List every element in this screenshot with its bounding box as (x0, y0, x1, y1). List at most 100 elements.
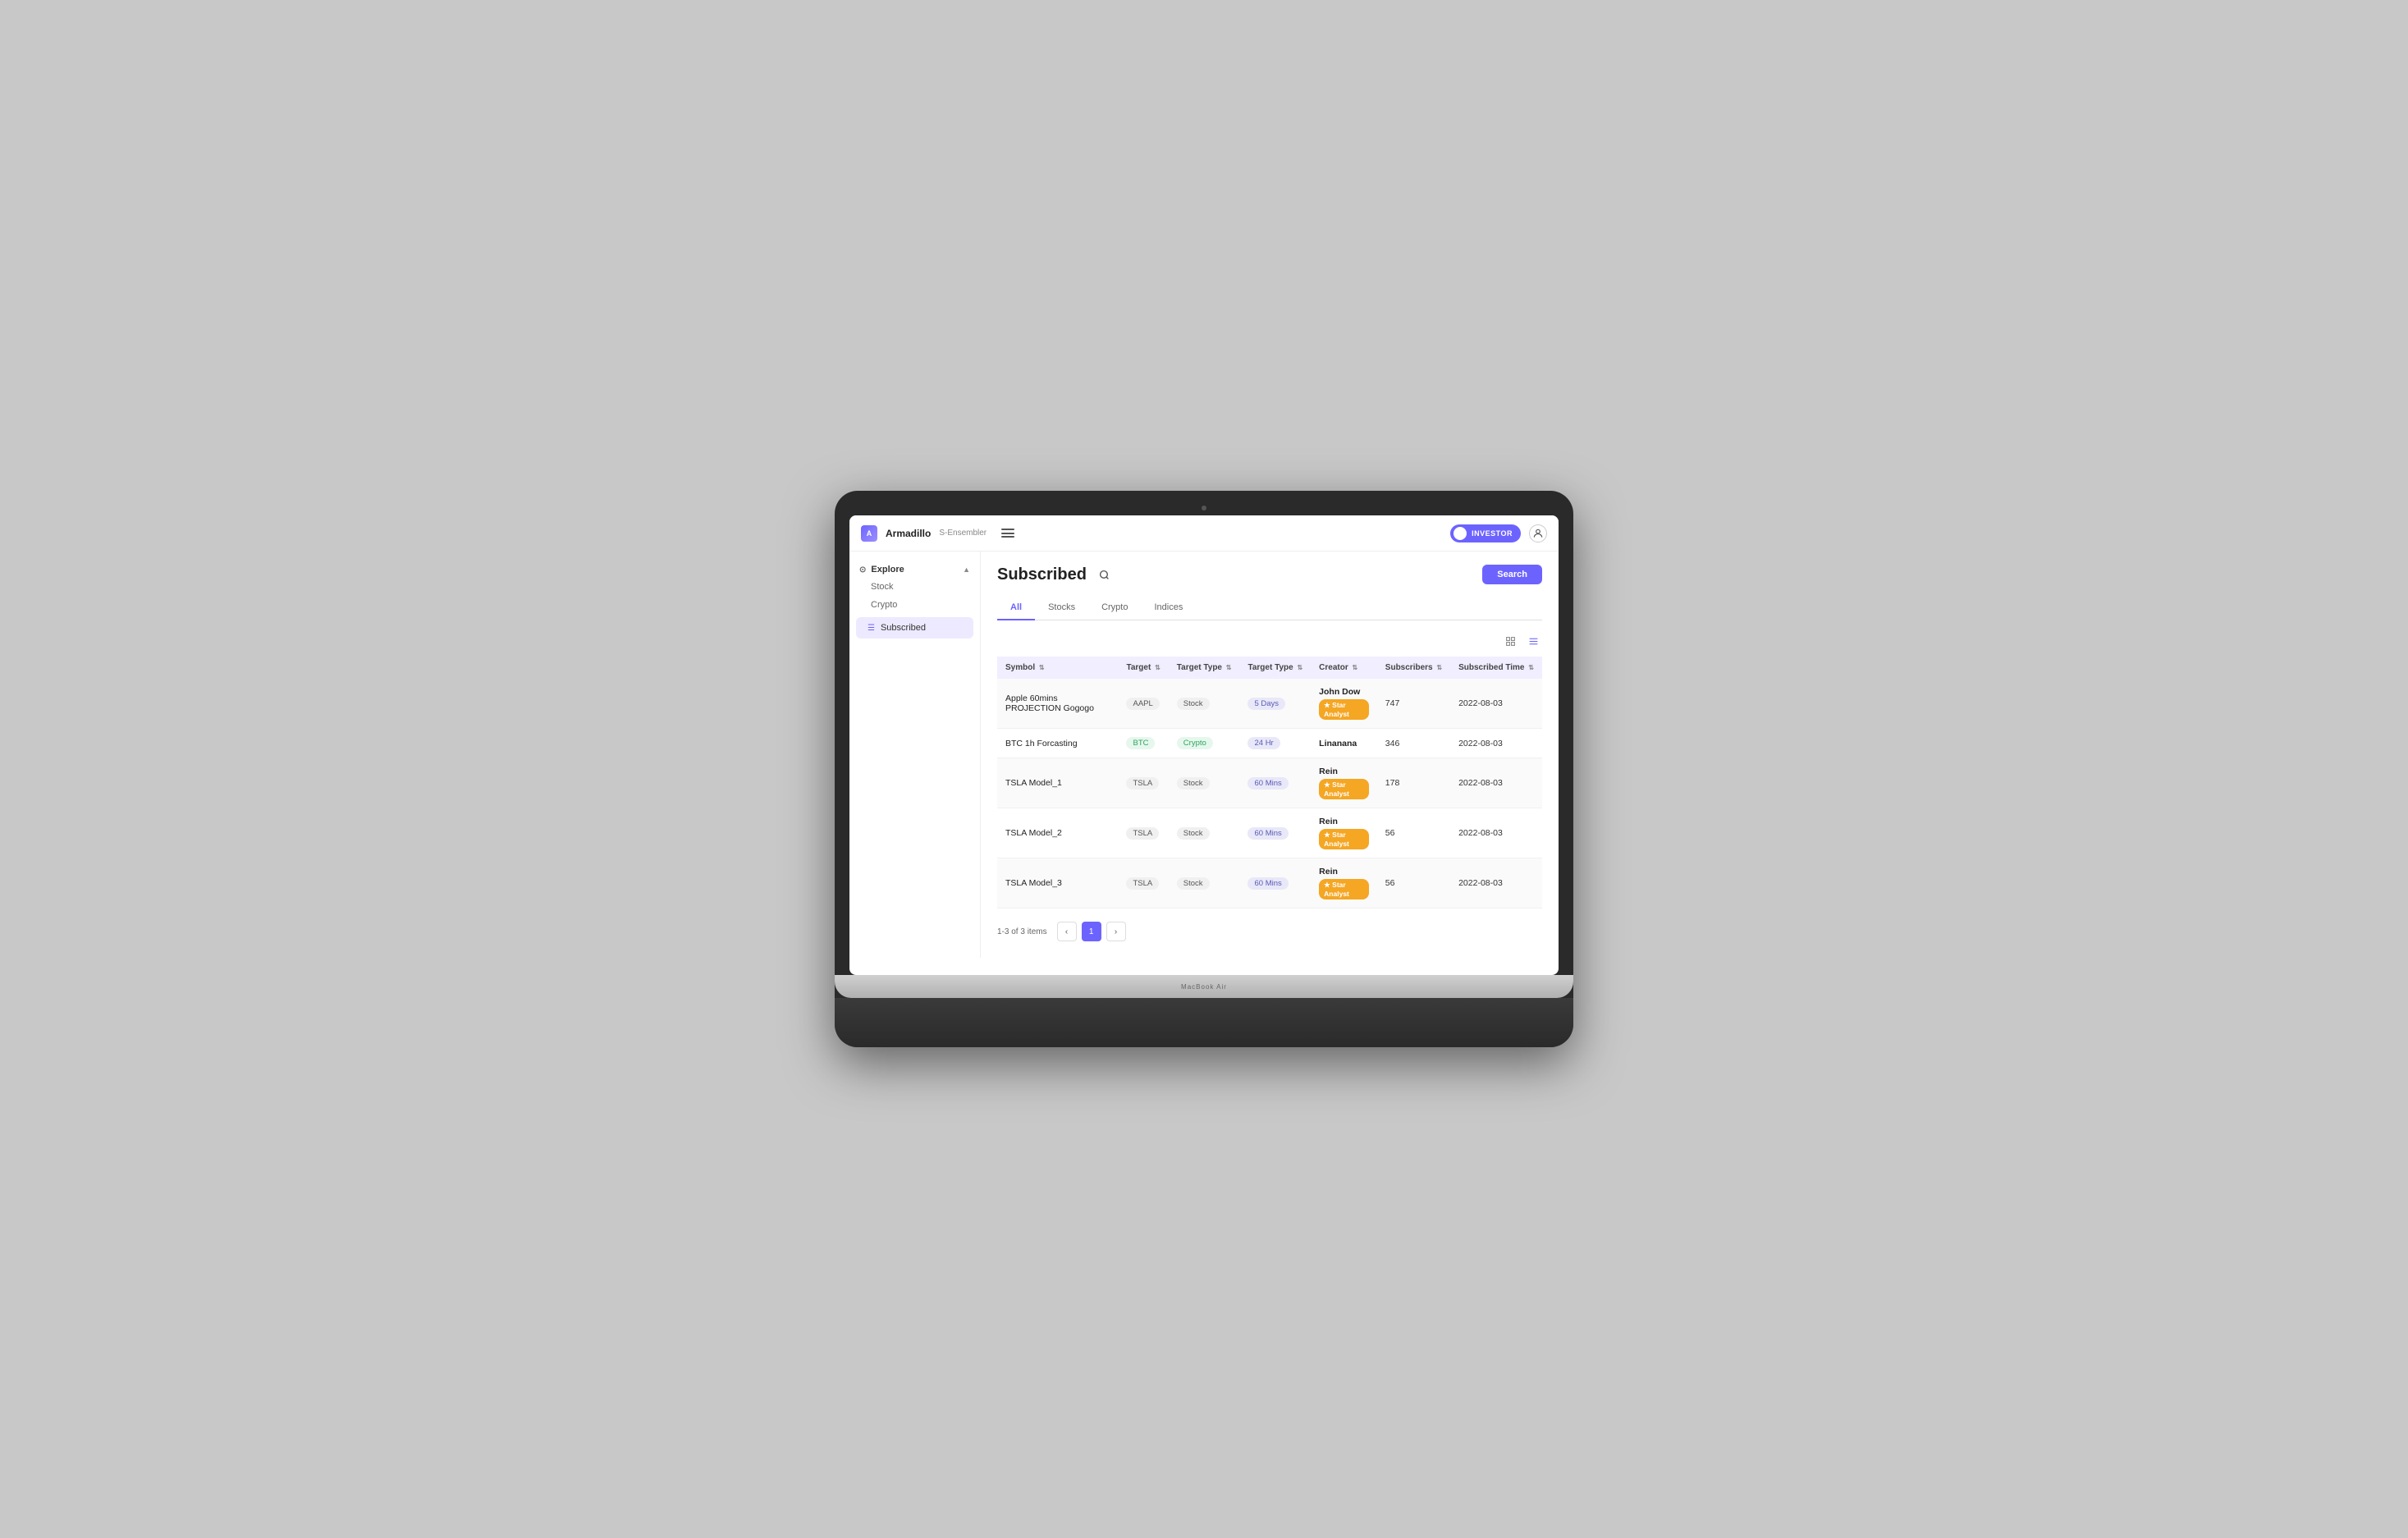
creator-cell: John Dow ★ Star Analyst (1319, 687, 1369, 720)
cell-target-type2: 60 Mins (1239, 758, 1311, 808)
sidebar-item-subscribed[interactable]: ☰ Subscribed (856, 617, 973, 639)
cell-symbol: TSLA (1118, 858, 1168, 909)
table-controls (997, 632, 1542, 650)
cell-target-type2: 60 Mins (1239, 858, 1311, 909)
list-view-icon[interactable] (1524, 632, 1542, 650)
user-avatar-icon[interactable] (1529, 524, 1547, 542)
tab-all[interactable]: All (997, 596, 1035, 620)
pagination-next[interactable]: › (1106, 922, 1126, 941)
pagination-info: 1-3 of 3 items (997, 927, 1047, 936)
data-table: Symbol ⇅ Target ⇅ Target Type ⇅ Target T… (997, 657, 1542, 909)
cell-name: BTC 1h Forcasting (997, 729, 1118, 758)
cell-subscribers: 747 (1377, 679, 1450, 729)
col-creator[interactable]: Creator ⇅ (1311, 657, 1377, 679)
app-container: A Armadillo S-Ensembler INVESTOR (849, 515, 1559, 958)
pagination-page-1[interactable]: 1 (1082, 922, 1101, 941)
symbol-badge: TSLA (1126, 877, 1159, 890)
model-name: TSLA Model_2 (1005, 828, 1062, 838)
cell-creator: John Dow ★ Star Analyst (1311, 679, 1377, 729)
symbol-badge: BTC (1126, 737, 1155, 749)
creator-name: John Dow (1319, 687, 1369, 697)
creator-cell: Rein ★ Star Analyst (1319, 867, 1369, 899)
cell-target-type: Stock (1169, 758, 1240, 808)
subscribed-nav-icon: ☰ (868, 624, 875, 633)
cell-subscribers: 178 (1377, 758, 1450, 808)
cell-target-type2: 60 Mins (1239, 808, 1311, 858)
sidebar-explore-header[interactable]: ⊙ Explore ▲ (859, 561, 970, 578)
star-analyst-badge: ★ Star Analyst (1319, 699, 1369, 720)
cell-symbol: AAPL (1118, 679, 1168, 729)
camera (1202, 506, 1206, 510)
cell-symbol: BTC (1118, 729, 1168, 758)
target-type2-badge: 60 Mins (1247, 877, 1288, 890)
model-name: TSLA Model_3 (1005, 878, 1062, 888)
cell-subscribed-time: 2022-08-03 (1450, 679, 1542, 729)
main-content: ⊙ Explore ▲ Stock Crypto ☰ Subs (849, 552, 1559, 958)
tab-crypto[interactable]: Crypto (1088, 596, 1141, 620)
pagination-prev[interactable]: ‹ (1057, 922, 1077, 941)
symbol-badge: TSLA (1126, 777, 1159, 790)
sidebar-subscribed-label: Subscribed (881, 623, 926, 633)
table-row: BTC 1h Forcasting BTC Crypto 24 Hr Linan… (997, 729, 1542, 758)
creator-name: Rein (1319, 867, 1369, 877)
sidebar-item-stock[interactable]: Stock (859, 578, 970, 596)
target-type2-badge: 5 Days (1247, 698, 1285, 710)
search-icon-button[interactable] (1095, 565, 1115, 584)
star-analyst-badge: ★ Star Analyst (1319, 879, 1369, 899)
cell-target-type: Stock (1169, 679, 1240, 729)
cell-creator: Linanana (1311, 729, 1377, 758)
star-analyst-badge: ★ Star Analyst (1319, 779, 1369, 799)
table-row: TSLA Model_1 TSLA Stock 60 Mins Rein ★ S… (997, 758, 1542, 808)
creator-cell: Linanana (1319, 739, 1369, 748)
screen: A Armadillo S-Ensembler INVESTOR (849, 515, 1559, 975)
model-name: BTC 1h Forcasting (1005, 739, 1078, 748)
model-name: TSLA Model_1 (1005, 778, 1062, 788)
grid-view-icon[interactable] (1501, 632, 1519, 650)
topbar-right: INVESTOR (1450, 524, 1547, 542)
target-type2-badge: 60 Mins (1247, 827, 1288, 840)
creator-name: Rein (1319, 767, 1369, 776)
col-symbol[interactable]: Symbol ⇅ (997, 657, 1118, 679)
sidebar-explore-section: ⊙ Explore ▲ Stock Crypto (849, 561, 980, 614)
creator-name: Linanana (1319, 739, 1369, 748)
symbol-badge: AAPL (1126, 698, 1159, 710)
laptop-keyboard (835, 998, 1573, 1047)
content-area: Subscribed Search All Stocks Crypto (981, 552, 1559, 958)
target-type-badge: Crypto (1177, 737, 1213, 749)
tabs: All Stocks Crypto Indices (997, 596, 1542, 620)
explore-icon: ⊙ (859, 565, 866, 574)
cell-target-type: Crypto (1169, 729, 1240, 758)
col-subscribers[interactable]: Subscribers ⇅ (1377, 657, 1450, 679)
cell-target-type2: 5 Days (1239, 679, 1311, 729)
sidebar: ⊙ Explore ▲ Stock Crypto ☰ Subs (849, 552, 981, 958)
toggle-knob (1453, 527, 1467, 540)
cell-creator: Rein ★ Star Analyst (1311, 758, 1377, 808)
col-target-type2[interactable]: Target Type ⇅ (1239, 657, 1311, 679)
sidebar-item-crypto[interactable]: Crypto (859, 596, 970, 614)
target-type-badge: Stock (1177, 777, 1210, 790)
target-type2-badge: 60 Mins (1247, 777, 1288, 790)
app-name: Armadillo (886, 528, 931, 539)
app-subtitle: S-Ensembler (939, 529, 987, 538)
tab-indices[interactable]: Indices (1141, 596, 1196, 620)
cell-subscribed-time: 2022-08-03 (1450, 858, 1542, 909)
symbol-badge: TSLA (1126, 827, 1159, 840)
model-name: Apple 60mins PROJECTION Gogogo (1005, 693, 1094, 713)
col-subscribed-time[interactable]: Subscribed Time ⇅ (1450, 657, 1542, 679)
search-button[interactable]: Search (1482, 565, 1542, 584)
table-row: TSLA Model_3 TSLA Stock 60 Mins Rein ★ S… (997, 858, 1542, 909)
target-type-badge: Stock (1177, 827, 1210, 840)
laptop-frame: A Armadillo S-Ensembler INVESTOR (835, 491, 1573, 1047)
col-target-type[interactable]: Target Type ⇅ (1169, 657, 1240, 679)
cell-name: Apple 60mins PROJECTION Gogogo (997, 679, 1118, 729)
target-type-badge: Stock (1177, 698, 1210, 710)
investor-toggle[interactable]: INVESTOR (1450, 524, 1521, 542)
col-target[interactable]: Target ⇅ (1118, 657, 1168, 679)
cell-name: TSLA Model_3 (997, 858, 1118, 909)
cell-name: TSLA Model_1 (997, 758, 1118, 808)
cell-subscribed-time: 2022-08-03 (1450, 729, 1542, 758)
tab-stocks[interactable]: Stocks (1035, 596, 1088, 620)
cell-symbol: TSLA (1118, 758, 1168, 808)
hamburger-icon[interactable] (1001, 529, 1014, 538)
page-title: Subscribed (997, 565, 1087, 584)
